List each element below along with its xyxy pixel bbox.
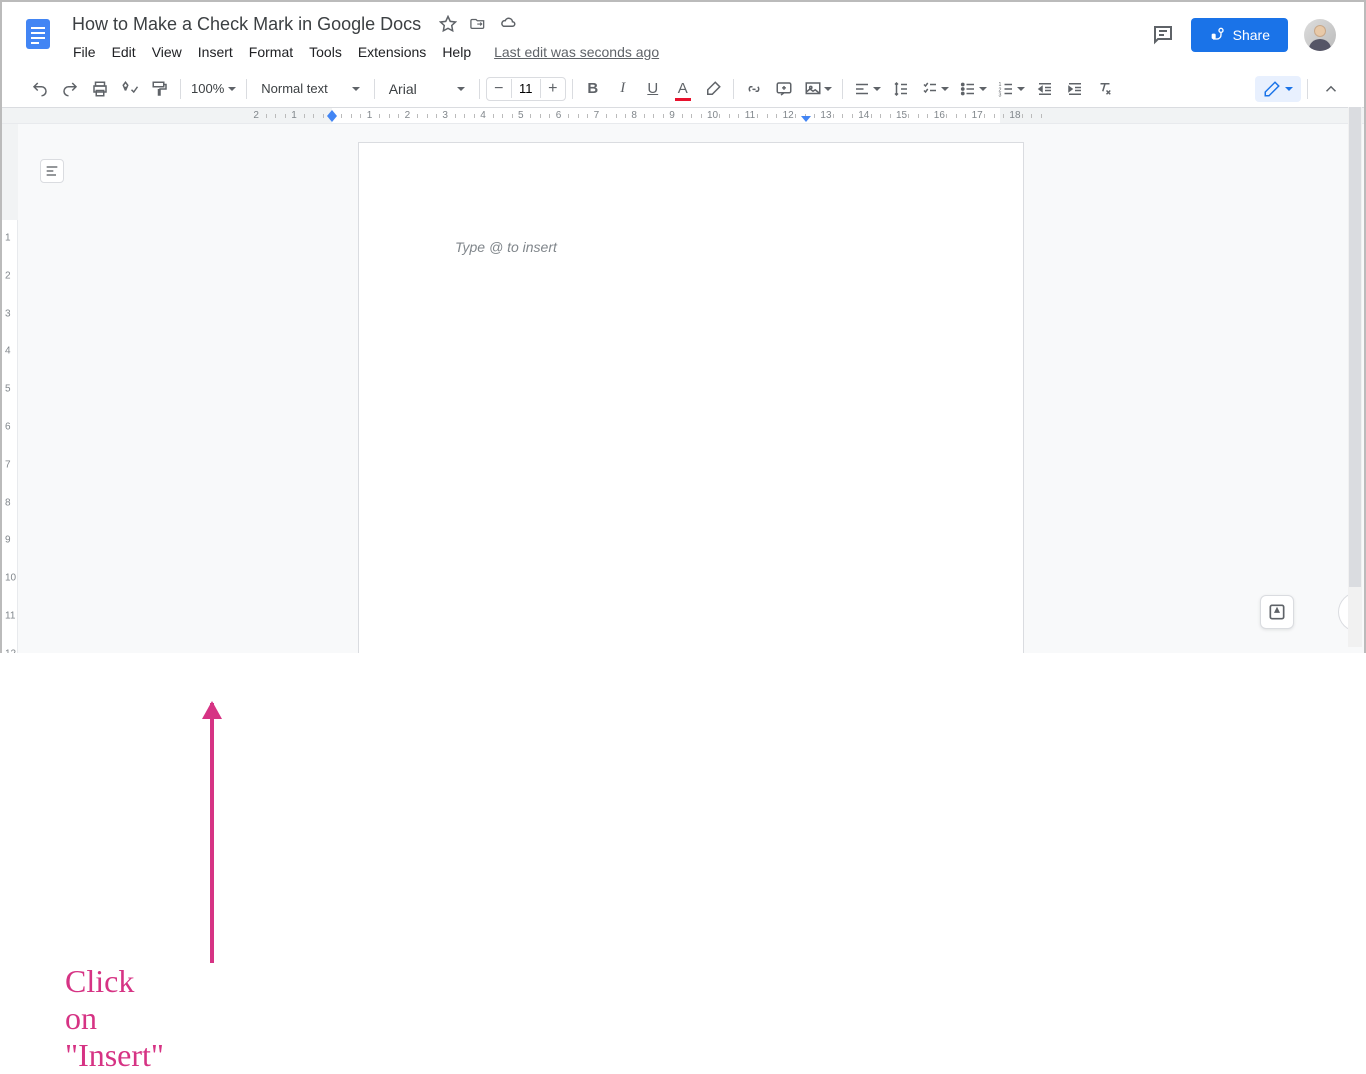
horizontal-ruler[interactable]: 21123456789101112131415161718 [2, 108, 1364, 124]
menubar: File Edit View Insert Format Tools Exten… [66, 40, 1151, 64]
undo-button[interactable] [26, 75, 54, 103]
zoom-select[interactable]: 100% [187, 81, 240, 96]
menu-extensions[interactable]: Extensions [351, 40, 433, 64]
bulleted-list-button[interactable] [955, 75, 991, 103]
cloud-status-icon[interactable] [499, 15, 517, 33]
share-label: Share [1233, 27, 1270, 43]
menu-edit[interactable]: Edit [105, 40, 143, 64]
font-size-value[interactable]: 11 [511, 79, 541, 98]
font-size-increase[interactable]: + [541, 80, 565, 98]
font-size-decrease[interactable]: − [487, 80, 511, 98]
menu-format[interactable]: Format [242, 40, 300, 64]
share-button[interactable]: Share [1191, 18, 1288, 52]
numbered-list-button[interactable]: 123 [993, 75, 1029, 103]
underline-button[interactable]: U [639, 75, 667, 103]
print-button[interactable] [86, 75, 114, 103]
menu-insert[interactable]: Insert [191, 40, 240, 64]
placeholder-text: Type @ to insert [455, 239, 557, 255]
align-button[interactable] [849, 75, 885, 103]
annotation-text: Click on "Insert" [65, 963, 164, 1074]
insert-image-button[interactable] [800, 75, 836, 103]
add-comment-button[interactable] [770, 75, 798, 103]
document-page[interactable]: Type @ to insert [358, 142, 1024, 653]
document-title[interactable]: How to Make a Check Mark in Google Docs [66, 12, 427, 37]
font-size-control: − 11 + [486, 77, 566, 101]
vertical-scrollbar[interactable] [1348, 107, 1362, 647]
clear-formatting-button[interactable] [1091, 75, 1119, 103]
checklist-button[interactable] [917, 75, 953, 103]
move-icon[interactable] [469, 15, 487, 33]
docs-logo-icon[interactable] [18, 14, 58, 54]
toolbar: 100% Normal text Arial − 11 + B I U A 12… [2, 70, 1364, 108]
font-select[interactable]: Arial [381, 77, 473, 101]
vertical-ruler[interactable]: 123456789101112 [2, 124, 18, 653]
show-outline-button[interactable] [40, 159, 64, 183]
menu-tools[interactable]: Tools [302, 40, 349, 64]
comment-history-icon[interactable] [1151, 23, 1175, 47]
menu-help[interactable]: Help [435, 40, 478, 64]
explore-button[interactable] [1260, 595, 1294, 629]
paint-format-button[interactable] [146, 75, 174, 103]
bold-button[interactable]: B [579, 75, 607, 103]
last-edit-link[interactable]: Last edit was seconds ago [494, 44, 659, 60]
increase-indent-button[interactable] [1061, 75, 1089, 103]
menu-file[interactable]: File [66, 40, 103, 64]
account-avatar[interactable] [1304, 19, 1336, 51]
paragraph-style-select[interactable]: Normal text [253, 77, 367, 100]
editing-mode-button[interactable] [1255, 76, 1301, 102]
italic-button[interactable]: I [609, 75, 637, 103]
svg-text:3: 3 [998, 92, 1001, 98]
insert-link-button[interactable] [740, 75, 768, 103]
text-color-button[interactable]: A [669, 75, 697, 103]
hide-menus-button[interactable] [1322, 80, 1340, 98]
line-spacing-button[interactable] [887, 75, 915, 103]
highlight-button[interactable] [699, 75, 727, 103]
menu-view[interactable]: View [145, 40, 189, 64]
star-icon[interactable] [439, 15, 457, 33]
decrease-indent-button[interactable] [1031, 75, 1059, 103]
spellcheck-button[interactable] [116, 75, 144, 103]
redo-button[interactable] [56, 75, 84, 103]
